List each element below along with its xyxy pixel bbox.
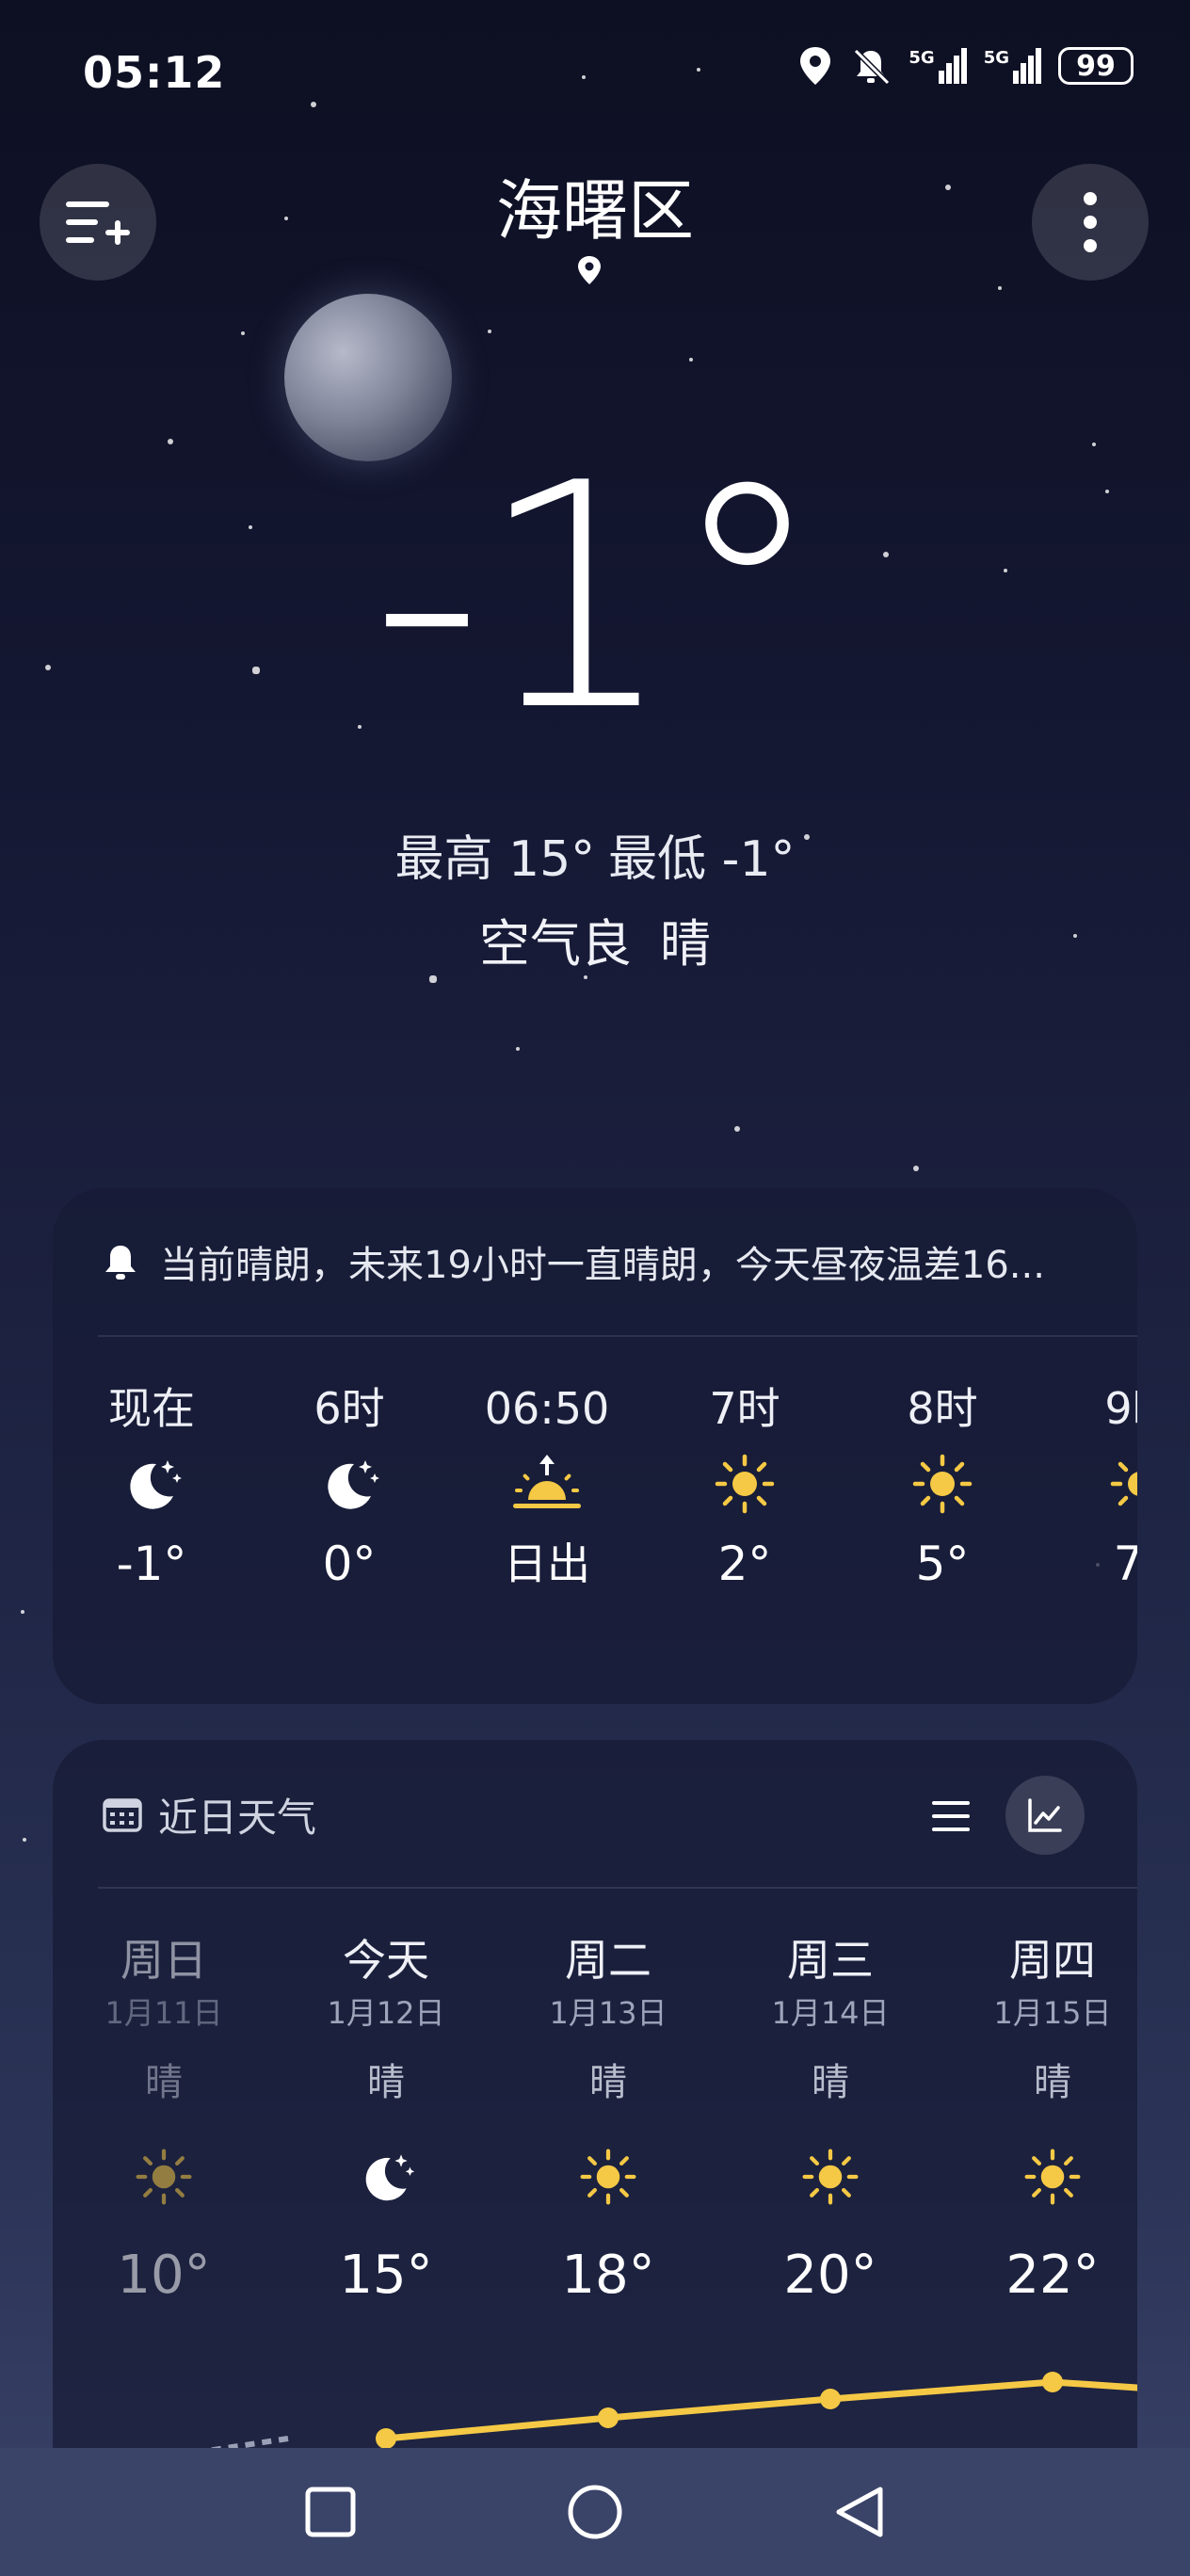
hourly-divider: [98, 1335, 1137, 1337]
location-pin-icon: [578, 256, 601, 284]
hour-label: 6时: [314, 1383, 385, 1434]
line-chart-icon: [1028, 1798, 1062, 1832]
air-quality-condition: 空气良晴: [0, 902, 1190, 976]
square-icon: [305, 2487, 356, 2537]
hourly-scroll[interactable]: 现在 -1° 6时 0° 06:50 日出 7时 2° 8时 5° 9时 7°: [53, 1380, 1137, 1663]
home-button[interactable]: [557, 2474, 633, 2550]
hour-item[interactable]: 06:50 日出: [448, 1380, 646, 1597]
hour-item[interactable]: 8时 5°: [844, 1380, 1041, 1597]
list-view-button[interactable]: [923, 1791, 979, 1842]
hour-temperature: 7°: [1113, 1537, 1137, 1591]
city-name[interactable]: 海曙区: [0, 158, 1190, 253]
system-navigation-bar: [0, 2448, 1190, 2576]
hour-item[interactable]: 7时 2°: [646, 1380, 844, 1597]
battery-level: 99: [1076, 49, 1116, 83]
status-time: 05:12: [83, 47, 226, 98]
trend-point: [376, 2428, 396, 2448]
current-temperature: -1°: [370, 417, 825, 779]
location-icon: [800, 47, 831, 85]
high-temperature: 最高 15°: [394, 831, 596, 888]
trend-point: [1042, 2372, 1063, 2392]
circle-icon: [568, 2485, 622, 2539]
hour-temperature: 5°: [915, 1537, 970, 1591]
air-quality: 空气良: [479, 914, 632, 974]
status-icons: 5G 5G 99: [797, 45, 1134, 87]
trend-point: [598, 2407, 619, 2428]
hour-label: 06:50: [484, 1383, 610, 1434]
recents-button[interactable]: [293, 2474, 368, 2550]
temperature-trend-line: [207, 2372, 1137, 2448]
hour-label: 9时: [1104, 1383, 1137, 1434]
cellular-signal-2-icon: 5G: [984, 48, 1041, 84]
battery-icon: 99: [1058, 47, 1134, 85]
more-vertical-icon: [1084, 192, 1097, 252]
moon-stars-icon: [328, 1460, 379, 1509]
hour-temperature: 2°: [717, 1537, 772, 1591]
hour-item[interactable]: 现在 -1°: [53, 1380, 250, 1597]
hour-label: 7时: [709, 1383, 780, 1434]
sun-icon: [715, 1454, 775, 1514]
moon-stars-icon: [130, 1460, 182, 1509]
back-button[interactable]: [822, 2474, 897, 2550]
calendar-icon: [103, 1798, 142, 1832]
hour-item[interactable]: 6时 0°: [250, 1380, 448, 1597]
hour-label: 8时: [907, 1383, 978, 1434]
bell-icon: [105, 1246, 136, 1280]
daily-divider: [98, 1887, 1137, 1889]
daily-scroll[interactable]: 周日 1月11日 晴 10° 今天 1月12日 晴 15° 周二 1月13日 晴…: [53, 1930, 1137, 2448]
sun-icon: [912, 1454, 973, 1514]
daily-title: 近日天气: [158, 1794, 317, 1841]
more-options-button[interactable]: [1032, 164, 1149, 281]
cellular-signal-icon: 5G: [909, 48, 967, 84]
low-temperature: 最低 -1°: [608, 831, 796, 888]
back-triangle-icon: [836, 2487, 883, 2537]
hour-item[interactable]: 9时 7°: [1041, 1380, 1137, 1597]
list-icon: [932, 1801, 970, 1831]
sun-icon: [1110, 1461, 1137, 1506]
hour-temperature: 0°: [322, 1537, 377, 1591]
alert-text: 当前晴朗，未来19小时一直晴朗，今天昼夜温差16...: [160, 1244, 1045, 1287]
network-type-1: 5G: [909, 48, 935, 68]
weather-alert[interactable]: 当前晴朗，未来19小时一直晴朗，今天昼夜温差16...: [102, 1229, 1156, 1295]
sunrise-icon: [513, 1455, 581, 1508]
hour-temperature: -1°: [116, 1537, 187, 1591]
status-bar: 05:12 5G 5G 99: [0, 0, 1190, 151]
hour-label: 现在: [108, 1383, 195, 1434]
high-low-temperature: 最高 15° 最低 -1°: [0, 819, 1190, 890]
current-condition: 晴: [660, 914, 711, 974]
mute-bell-icon: [854, 48, 891, 86]
sunrise-label: 日出: [504, 1538, 590, 1589]
trend-point: [820, 2389, 841, 2409]
network-type-2: 5G: [983, 48, 1009, 68]
chart-view-button[interactable]: [1005, 1776, 1085, 1855]
